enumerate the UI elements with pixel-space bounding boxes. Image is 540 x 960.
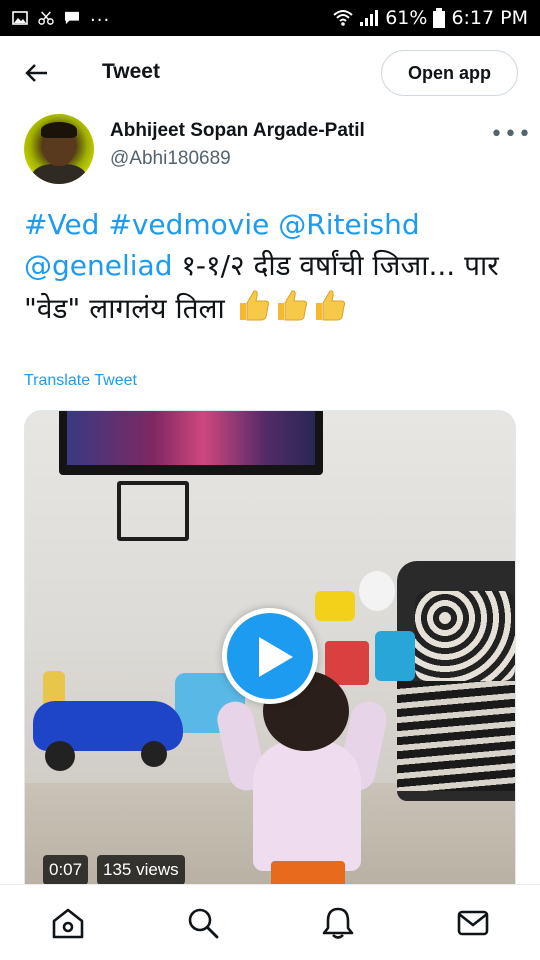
- clock: 6:17 PM: [451, 7, 528, 29]
- signal-icon: [360, 10, 379, 26]
- top-app-bar: Tweet Open app: [0, 36, 540, 112]
- play-button[interactable]: [222, 608, 318, 704]
- notifications-icon[interactable]: [320, 905, 356, 941]
- mention-geneliad[interactable]: @geneliad: [24, 249, 172, 282]
- translate-tweet-link[interactable]: Translate Tweet: [24, 372, 137, 390]
- hashtag-vedmovie[interactable]: #vedmovie: [108, 208, 269, 241]
- author-handle[interactable]: @Abhi180689: [110, 148, 231, 170]
- video-views: 135 views: [97, 855, 185, 885]
- status-bar-system: 61% 6:17 PM: [333, 7, 528, 29]
- status-bar: ... 61% 6:17 PM: [0, 0, 540, 36]
- more-options-icon[interactable]: •••: [490, 122, 532, 147]
- author-name[interactable]: Abhijeet Sopan Argade-Patil: [110, 120, 365, 142]
- status-bar-notifications: ...: [12, 5, 110, 26]
- video-player[interactable]: 0:07 135 views: [24, 410, 516, 890]
- scissors-icon: [38, 11, 54, 25]
- thumbs-up-icon: [239, 290, 269, 321]
- video-duration: 0:07: [43, 855, 89, 885]
- mention-riteishd[interactable]: @Riteishd: [278, 208, 419, 241]
- hashtag-ved[interactable]: #Ved: [24, 208, 99, 241]
- open-app-button[interactable]: Open app: [381, 50, 518, 96]
- tweet-text: #Ved #vedmovie @Riteishd @geneliad १-१/२…: [24, 204, 520, 329]
- home-icon[interactable]: [50, 905, 86, 941]
- chat-icon: [65, 11, 79, 25]
- more-notifications: ...: [90, 4, 111, 26]
- avatar[interactable]: [24, 114, 94, 184]
- search-icon[interactable]: [185, 905, 221, 941]
- messages-icon[interactable]: [455, 905, 491, 941]
- page-title: Tweet: [102, 60, 160, 83]
- bottom-navigation: [0, 884, 540, 960]
- image-icon: [12, 11, 28, 25]
- thumbs-up-icon: [277, 290, 307, 321]
- thumbs-up-icon: [315, 290, 345, 321]
- back-arrow-icon[interactable]: [22, 58, 52, 88]
- battery-icon: [433, 8, 446, 28]
- battery-percent: 61%: [385, 7, 428, 29]
- play-icon: [259, 637, 293, 677]
- wifi-icon: [333, 10, 353, 26]
